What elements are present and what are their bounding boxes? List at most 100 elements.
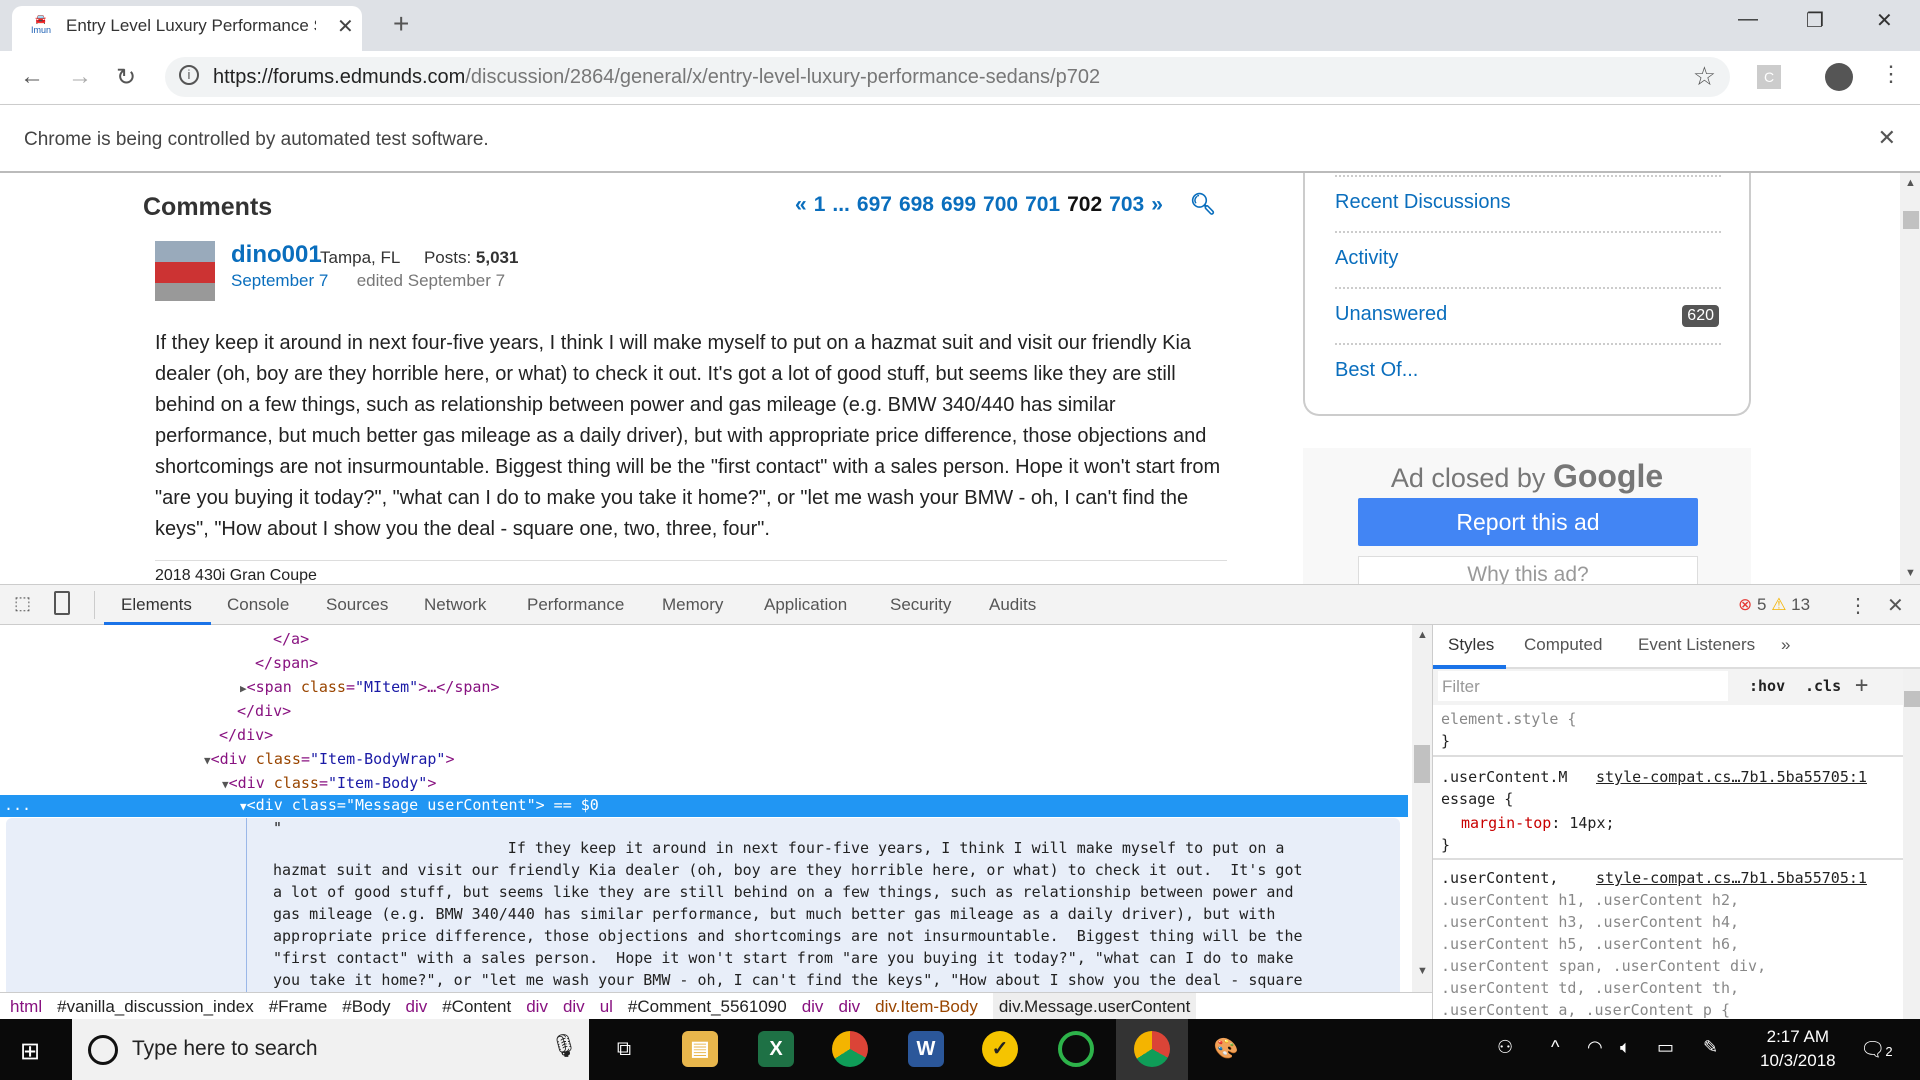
author-avatar[interactable]	[155, 241, 215, 301]
page-link[interactable]: 697	[857, 193, 892, 216]
action-center-icon[interactable]: 🗨︎2	[1860, 1037, 1893, 1062]
more-tabs-icon[interactable]: »	[1781, 635, 1790, 655]
page-next[interactable]: »	[1151, 193, 1163, 216]
tab-styles[interactable]: Styles	[1448, 635, 1494, 655]
chrome-active-icon[interactable]	[1134, 1031, 1170, 1067]
tab-performance[interactable]: Performance	[527, 595, 624, 615]
rule-source-link[interactable]: style-compat.cs…7b1.5ba55705:1	[1596, 869, 1867, 887]
battery-icon[interactable]: ▭	[1657, 1037, 1674, 1058]
inspect-element-icon[interactable]: ⬚	[14, 593, 31, 614]
pen-icon[interactable]: ✎	[1703, 1037, 1718, 1058]
breadcrumb-item[interactable]: div	[802, 997, 824, 1016]
issue-counts[interactable]: ⊗ 5 ⚠ 13	[1738, 595, 1810, 615]
forward-icon[interactable]: →	[68, 63, 92, 91]
breadcrumb-item[interactable]: ul	[600, 997, 613, 1016]
breadcrumb-item-current[interactable]: div.Message.userContent	[992, 993, 1197, 1020]
paint-icon[interactable]: 🎨	[1208, 1031, 1244, 1067]
rule-selector[interactable]: .userContent.M	[1441, 768, 1567, 786]
rule-selector[interactable]: element.style {	[1441, 710, 1576, 728]
sidebar-item-best-of[interactable]: Best Of...	[1335, 343, 1721, 399]
breadcrumb-item[interactable]: div	[563, 997, 585, 1016]
tree-node[interactable]: </a>	[273, 627, 309, 651]
new-tab-button[interactable]: +	[393, 8, 409, 40]
scrollbar-thumb[interactable]	[1904, 691, 1920, 707]
address-bar[interactable]: i https://forums.edmunds.com/discussion/…	[165, 57, 1730, 97]
norton-icon[interactable]: ✓	[982, 1031, 1018, 1067]
breadcrumb-item[interactable]: #Content	[442, 997, 511, 1016]
restore-icon[interactable]: ❐	[1806, 8, 1824, 33]
tab-elements[interactable]: Elements	[121, 595, 192, 615]
menu-kebab-icon[interactable]: ⋮	[1880, 61, 1902, 87]
show-hidden-icons-icon[interactable]: ^	[1551, 1037, 1559, 1058]
sidebar-item-unanswered[interactable]: Unanswered 620	[1335, 287, 1721, 343]
clock[interactable]: 2:17 AM 10/3/2018	[1760, 1025, 1836, 1073]
breadcrumb-item[interactable]: #Frame	[269, 997, 328, 1016]
tab-event-listeners[interactable]: Event Listeners	[1638, 635, 1755, 655]
css-declaration[interactable]: margin-top: 14px;	[1461, 814, 1615, 832]
back-icon[interactable]: ←	[20, 63, 44, 91]
styles-scrollbar[interactable]	[1903, 669, 1920, 1019]
reload-icon[interactable]: ↻	[116, 63, 136, 92]
breadcrumb-item[interactable]: html	[10, 997, 42, 1016]
windows-start-icon[interactable]: ⊞	[20, 1037, 40, 1066]
close-window-icon[interactable]: ✕	[1876, 8, 1893, 33]
tab-console[interactable]: Console	[227, 595, 289, 615]
breadcrumb-item[interactable]: #vanilla_discussion_index	[57, 997, 254, 1016]
tree-node[interactable]: </div>	[237, 699, 291, 723]
scroll-down-icon[interactable]: ▼	[1905, 567, 1916, 579]
breadcrumb-item[interactable]: div	[405, 997, 427, 1016]
scroll-up-icon[interactable]: ▲	[1417, 629, 1428, 641]
sidebar-item-recent-discussions[interactable]: Recent Discussions	[1335, 175, 1721, 231]
browser-tab[interactable]: 🚘Imun Entry Level Luxury Performance Sed…	[12, 6, 362, 51]
page-scrollbar[interactable]: ▲ ▼	[1900, 173, 1920, 584]
close-tab-icon[interactable]: ✕	[337, 14, 354, 39]
site-info-icon[interactable]: i	[179, 65, 199, 85]
author-name[interactable]: dino001	[231, 241, 322, 269]
tab-security[interactable]: Security	[890, 595, 951, 615]
new-style-rule-button[interactable]: +	[1855, 673, 1868, 698]
scrollbar-thumb[interactable]	[1414, 745, 1430, 783]
rule-source-link[interactable]: style-compat.cs…7b1.5ba55705:1	[1596, 768, 1867, 786]
chrome-icon[interactable]	[832, 1031, 868, 1067]
search-icon[interactable]: 🔍︎	[1190, 193, 1217, 216]
extension-icon[interactable]: C	[1757, 65, 1781, 89]
word-icon[interactable]: W	[908, 1031, 944, 1067]
minimize-icon[interactable]: —	[1738, 8, 1758, 31]
tab-application[interactable]: Application	[764, 595, 847, 615]
page-prev[interactable]: «	[795, 193, 807, 216]
tab-network[interactable]: Network	[424, 595, 486, 615]
microphone-icon[interactable]: 🎙︎	[550, 1033, 578, 1059]
tree-node[interactable]: ▶<span class="MItem">…</span>	[240, 675, 500, 699]
elements-scrollbar[interactable]: ▲ ▼	[1412, 625, 1432, 992]
expand-triangle-icon[interactable]: ▶	[240, 682, 247, 695]
page-link[interactable]: 700	[983, 193, 1018, 216]
sync-app-icon[interactable]	[1058, 1031, 1094, 1067]
collapse-triangle-icon[interactable]: ▼	[204, 754, 211, 767]
breadcrumb-item[interactable]: div	[526, 997, 548, 1016]
task-view-icon[interactable]: ⧉	[606, 1031, 642, 1067]
close-devtools-icon[interactable]: ✕	[1887, 593, 1904, 618]
devtools-menu-icon[interactable]: ⋮	[1848, 593, 1868, 618]
tab-audits[interactable]: Audits	[989, 595, 1036, 615]
excel-icon[interactable]: X	[758, 1031, 794, 1067]
comment-date[interactable]: September 7	[231, 271, 328, 290]
breadcrumb-item[interactable]: div.Item-Body	[875, 997, 978, 1016]
file-explorer-icon[interactable]: ▤	[682, 1031, 718, 1067]
tree-node[interactable]: </span>	[255, 651, 318, 675]
cls-toggle[interactable]: .cls	[1805, 677, 1841, 695]
tab-computed[interactable]: Computed	[1524, 635, 1602, 655]
tab-memory[interactable]: Memory	[662, 595, 723, 615]
taskbar-search[interactable]: Type here to search 🎙︎	[72, 1019, 589, 1080]
page-link[interactable]: 703	[1109, 193, 1144, 216]
tree-node[interactable]: </div>	[219, 723, 273, 747]
rule-selector[interactable]: .userContent,	[1441, 869, 1558, 887]
styles-filter-input[interactable]: Filter	[1438, 671, 1728, 701]
selected-tree-node[interactable]: ... ▼<div class="Message userContent"> =…	[0, 795, 1408, 817]
scroll-down-icon[interactable]: ▼	[1417, 965, 1428, 977]
profile-avatar-icon[interactable]	[1825, 63, 1853, 91]
collapse-triangle-icon[interactable]: ▼	[240, 800, 247, 813]
wifi-icon[interactable]: ◠	[1587, 1037, 1603, 1058]
scrollbar-thumb[interactable]	[1903, 211, 1919, 229]
bookmark-star-icon[interactable]: ☆	[1693, 61, 1716, 92]
page-link[interactable]: 698	[899, 193, 934, 216]
